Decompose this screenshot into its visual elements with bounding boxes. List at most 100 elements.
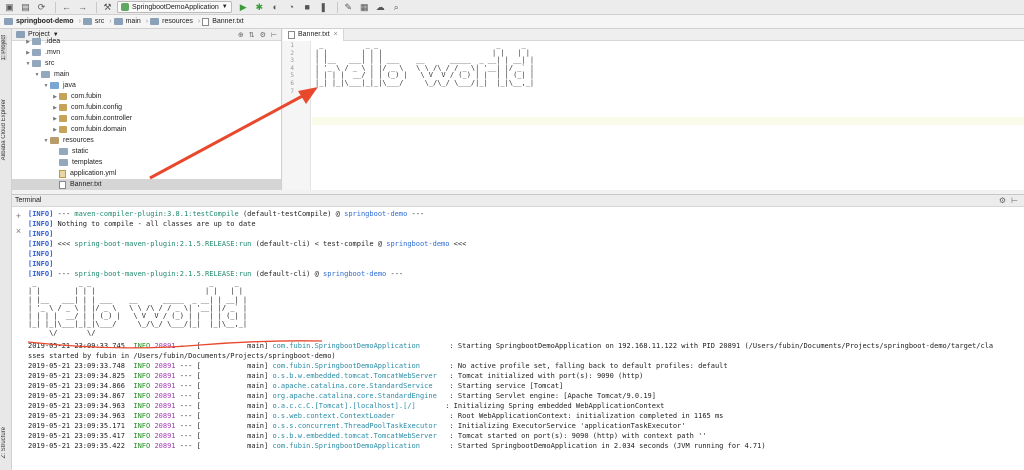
terminal-output[interactable]: [INFO] --- maven-compiler-plugin:3.8.1:t… [28,209,1022,469]
cloud-icon[interactable]: ☁ [374,1,387,13]
log-timestamp: 2019-05-21 23:09:35.417 [28,432,134,441]
sync-icon[interactable]: ⟳ [35,1,48,13]
log-thread: --- [ main] [175,432,273,441]
chevron-down-icon[interactable]: ▼ [24,61,32,67]
run-config-select[interactable]: SpringbootDemoApplication ▼ [117,1,232,13]
main-toolbar: ▣ ▤ ⟳ ← → ⚒ SpringbootDemoApplication ▼ … [0,0,1024,15]
save-icon[interactable]: ▣ [3,1,16,13]
chevron-right-icon[interactable]: ▶ [51,116,59,122]
text-file-icon [202,17,210,26]
tree-item[interactable]: ▶ com.fubin [12,91,281,102]
tree-item[interactable]: static [12,146,281,157]
folder-icon [32,49,41,56]
breadcrumb-src[interactable]: src [82,18,104,25]
tree-item[interactable]: Banner.txt [12,179,281,190]
chevron-right-icon[interactable]: ▶ [24,39,32,45]
breadcrumb-separator: › [197,18,201,25]
text-file-icon [288,30,295,39]
chevron-right-icon[interactable]: ▶ [51,127,59,133]
structure-tool-tab[interactable]: Z: Structure [1,427,7,458]
log-thread: --- [ main] [175,382,273,391]
text-file-icon [59,180,66,189]
search-icon[interactable]: ⌕ [390,1,403,13]
terminal-line: [INFO] --- spring-boot-maven-plugin:2.1.… [28,269,1022,279]
tree-item-label: java [63,82,76,89]
log-thread: --- [ main] [175,442,273,451]
plugin-goal: maven-compiler-plugin:3.8.1:testCompile [74,210,239,218]
folder-icon [59,148,68,155]
log-text: --- [386,270,404,278]
tree-item[interactable]: application.yml [12,168,281,179]
breadcrumb-resources-label: resources [162,18,193,25]
tab-label: Banner.txt [298,31,330,38]
log-level-tag: [INFO] [28,210,54,218]
back-icon[interactable]: ← [60,1,73,13]
tree-item[interactable]: ▶ com.fubin.config [12,102,281,113]
terminal-actions: ⚙ ⊢ [999,196,1024,205]
folder-icon [59,159,68,166]
editor-content[interactable]: _ _ _ _ _ | | | | | | | | | | |__ ___| | |… [315,41,535,95]
folder-icon [41,71,50,78]
add-icon[interactable]: + [16,211,21,221]
tree-item[interactable]: ▶ com.fubin.domain [12,124,281,135]
close-icon[interactable]: × [16,226,21,236]
chevron-right-icon[interactable]: ▶ [51,105,59,111]
terminal-line: [INFO] [28,249,1022,259]
tree-item-label: Banner.txt [70,181,102,188]
breadcrumb-file[interactable]: Banner.txt [202,17,244,26]
log-text: --- [53,270,75,278]
tab-banner-txt[interactable]: Banner.txt × [283,28,344,41]
pause-icon[interactable]: ❚ [317,1,330,13]
banner-line: |_| |_|\___|_|_|\___/ \_/\_/ \___/|_| |_… [315,78,535,87]
close-icon[interactable]: × [334,31,338,38]
log-logger: com.fubin.SpringbootDemoApplication [272,442,446,451]
chevron-down-icon: ▼ [221,4,228,10]
minimize-icon[interactable]: ⊢ [1011,196,1018,205]
folder-icon [113,18,123,25]
current-line-highlight [312,117,1024,125]
tree-item-label: resources [63,137,94,144]
spring-icon [121,3,129,11]
tree-item[interactable]: ▼ src [12,58,281,69]
chevron-down-icon[interactable]: ▼ [42,138,50,144]
log-thread: --- [ main] [175,362,273,371]
breadcrumb-project[interactable]: springboot-demo [4,18,74,25]
line-number: 3 [290,57,294,65]
line-gutter: 1234567 [283,41,311,190]
log-text: <<< [449,240,467,248]
breadcrumb-main[interactable]: main [113,18,141,25]
tree-item[interactable]: ▼ resources [12,135,281,146]
tree-item[interactable]: ▼ java [12,80,281,91]
stop-icon[interactable]: ■ [301,1,314,13]
save-all-icon[interactable]: ▤ [19,1,32,13]
project-tool-tab[interactable]: 1: Project [1,35,7,61]
project-name: springboot-demo [386,240,450,248]
log-pid: 20891 [154,442,176,451]
log-pid: 20891 [154,362,176,371]
wrench-icon[interactable]: ✎ [342,1,355,13]
log-timestamp: 2019-05-21 23:09:33.745 [28,342,134,351]
alibaba-cloud-explorer-tab[interactable]: Alibaba Cloud Explorer [1,99,7,160]
structure-icon[interactable]: ▦ [358,1,371,13]
tree-item-label: .mvn [45,49,61,56]
chevron-down-icon[interactable]: ▼ [33,72,41,78]
tree-item[interactable]: ▶ .mvn [12,47,281,58]
forward-icon[interactable]: → [76,1,89,13]
tree-item-label: .idea [45,38,61,45]
profile-icon[interactable]: ◔ [285,1,298,13]
chevron-right-icon[interactable]: ▶ [51,94,59,100]
build-icon[interactable]: ⚒ [101,1,114,13]
breadcrumb-main-label: main [125,18,141,25]
chevron-down-icon[interactable]: ▼ [42,83,50,89]
tree-item[interactable]: templates [12,157,281,168]
gear-icon[interactable]: ⚙ [999,196,1006,205]
tree-item[interactable]: ▼ main [12,69,281,80]
banner-line: \/ \/ [28,328,96,337]
tree-item[interactable]: ▶ .idea [12,36,281,47]
breadcrumb-resources[interactable]: resources [150,18,193,25]
tree-item[interactable]: ▶ com.fubin.controller [12,113,281,124]
debug-icon[interactable]: ✱ [253,1,266,13]
run-icon[interactable]: ▶ [237,1,250,13]
coverage-icon[interactable]: ◐ [269,1,282,13]
chevron-right-icon[interactable]: ▶ [24,50,32,56]
